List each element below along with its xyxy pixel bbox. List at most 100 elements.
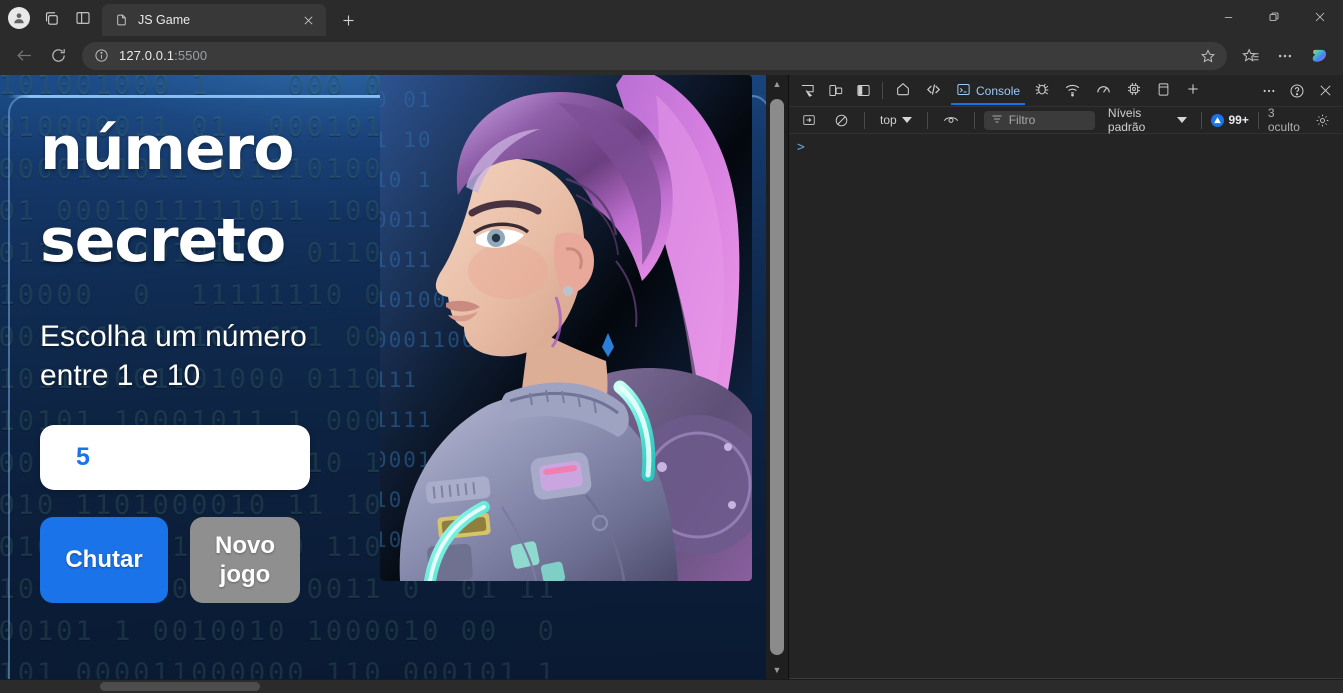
page-scrollbar-track[interactable] <box>766 93 788 661</box>
copilot-icon[interactable] <box>1303 40 1335 72</box>
clear-console-icon[interactable] <box>827 107 855 133</box>
issues-icon <box>1211 113 1225 127</box>
console-prompt-row[interactable]: > <box>789 134 1343 161</box>
address-host: 127.0.0.1 <box>119 48 175 63</box>
console-toolbar-divider-3 <box>973 111 975 129</box>
issues-badge[interactable]: 99+ <box>1211 113 1249 127</box>
console-toolbar-divider-1 <box>864 111 865 129</box>
execution-context-label: top <box>880 113 897 127</box>
close-devtools-icon[interactable] <box>1311 78 1339 104</box>
svg-text:111: 111 <box>380 368 418 392</box>
guess-input[interactable] <box>40 425 310 490</box>
log-levels-selector[interactable]: Níveis padrão <box>1103 104 1193 136</box>
tab-more-panels[interactable] <box>1178 76 1208 105</box>
browser-toolbar: 127.0.0.1:5500 <box>0 36 1343 75</box>
chevron-down-icon <box>901 117 912 123</box>
console-output[interactable]: > <box>789 134 1343 679</box>
svg-text:1111: 1111 <box>380 408 433 432</box>
live-expression-icon[interactable] <box>937 107 965 133</box>
profile-button[interactable] <box>4 3 34 33</box>
console-toolbar-divider-5 <box>1257 111 1259 129</box>
page-icon <box>113 12 129 28</box>
page-viewport: 00101001000 1 000 01010110110 1001000001… <box>0 75 788 679</box>
minimize-icon[interactable] <box>1205 0 1251 34</box>
svg-text:10 1: 10 1 <box>380 168 433 192</box>
window-close-icon[interactable] <box>1297 0 1343 34</box>
close-icon[interactable] <box>298 10 318 30</box>
inspect-element-icon[interactable] <box>793 78 821 104</box>
scroll-up-icon[interactable]: ▲ <box>766 75 788 93</box>
devtools-settings-menu-icon[interactable] <box>1255 78 1283 104</box>
console-toolbar-divider-4 <box>1201 111 1203 129</box>
arrow-left-icon[interactable] <box>8 40 40 72</box>
console-toolbar-divider-2 <box>926 111 928 129</box>
tab-network[interactable] <box>1057 76 1088 105</box>
svg-text:0011: 0011 <box>380 208 433 232</box>
filter-icon <box>991 113 1003 128</box>
address-bar-text: 127.0.0.1:5500 <box>119 48 1186 63</box>
svg-text:10: 10 <box>380 528 403 552</box>
scroll-down-icon[interactable]: ▼ <box>766 661 788 679</box>
svg-text:1 10: 1 10 <box>380 128 433 152</box>
console-bottom-divider <box>789 678 1343 679</box>
home-icon <box>895 81 911 100</box>
console-prompt-input[interactable] <box>811 140 1335 155</box>
star-icon[interactable] <box>1195 43 1221 69</box>
code-icon <box>925 81 942 101</box>
workspaces-icon[interactable] <box>36 3 66 33</box>
tab-title: JS Game <box>138 13 191 27</box>
page-scrollbar-thumb[interactable] <box>770 99 784 655</box>
application-icon <box>1156 82 1171 100</box>
console-filter-placeholder: Filtro <box>1008 113 1036 127</box>
button-row: Chutar Novo jogo <box>40 517 340 603</box>
guess-button[interactable]: Chutar <box>40 517 168 603</box>
browser-window: JS Game 127.0.0.1:5500 101001000 1 000 0… <box>0 0 1343 693</box>
collections-icon[interactable] <box>1235 40 1267 72</box>
plus-icon[interactable] <box>333 5 363 35</box>
bottom-scrollbar[interactable] <box>0 679 1343 693</box>
bottom-scrollbar-thumb[interactable] <box>100 682 260 691</box>
tab-elements[interactable] <box>918 76 949 105</box>
address-bar[interactable]: 127.0.0.1:5500 <box>82 41 1227 70</box>
ellipsis-icon[interactable] <box>1269 40 1301 72</box>
toolbar-divider <box>882 82 883 99</box>
console-sidebar-icon[interactable] <box>795 107 823 133</box>
page-scrollbar[interactable]: ▲ ▼ <box>766 75 788 679</box>
tab-sources[interactable] <box>1027 76 1057 105</box>
tab-console[interactable]: Console <box>949 76 1027 105</box>
network-icon <box>1064 81 1081 101</box>
plus-icon <box>1185 81 1201 100</box>
console-toolbar: top Filtro Níveis padrão 99+ 3 oculto <box>789 106 1343 134</box>
bug-icon <box>1034 81 1050 100</box>
account-avatar-icon <box>8 7 30 29</box>
performance-icon <box>1095 81 1112 101</box>
reload-icon[interactable] <box>42 40 74 72</box>
device-toolbar-icon[interactable] <box>821 78 849 104</box>
page-title: número secreto <box>40 103 340 287</box>
console-settings-gear-icon[interactable] <box>1309 107 1337 133</box>
log-levels-label: Níveis padrão <box>1107 106 1146 134</box>
svg-text:1011: 1011 <box>380 248 433 272</box>
issues-count: 99+ <box>1228 113 1249 127</box>
restore-icon[interactable] <box>1251 0 1297 34</box>
dock-side-icon[interactable] <box>849 78 877 104</box>
cyberpunk-character-illustration: 0 01 1 10 10 1 0011 1011 101000 0001100 111 11… <box>380 75 752 581</box>
svg-text:0001100: 0001100 <box>380 328 477 352</box>
browser-tab[interactable]: JS Game <box>102 4 326 36</box>
tab-performance[interactable] <box>1088 76 1119 105</box>
info-circle-icon[interactable] <box>93 47 110 64</box>
execution-context-selector[interactable]: top <box>874 111 918 129</box>
toolbar-right-actions <box>1235 40 1335 72</box>
new-game-button[interactable]: Novo jogo <box>190 517 300 603</box>
instruction-text: Escolha um número entre 1 e 10 <box>40 320 307 392</box>
tab-memory[interactable] <box>1119 76 1149 105</box>
help-icon[interactable] <box>1283 78 1311 104</box>
tab-welcome[interactable] <box>888 76 918 105</box>
chevron-down-icon <box>1177 117 1188 123</box>
content-area: 00101001000 1 000 01010110110 1001000001… <box>0 75 1343 679</box>
hidden-messages-label[interactable]: 3 oculto <box>1268 106 1305 134</box>
tab-application[interactable] <box>1149 76 1178 105</box>
console-filter-input[interactable]: Filtro <box>983 110 1095 130</box>
tab-actions-icon[interactable] <box>68 3 98 33</box>
game-controls: número secreto Escolha um número entre 1… <box>40 103 340 603</box>
